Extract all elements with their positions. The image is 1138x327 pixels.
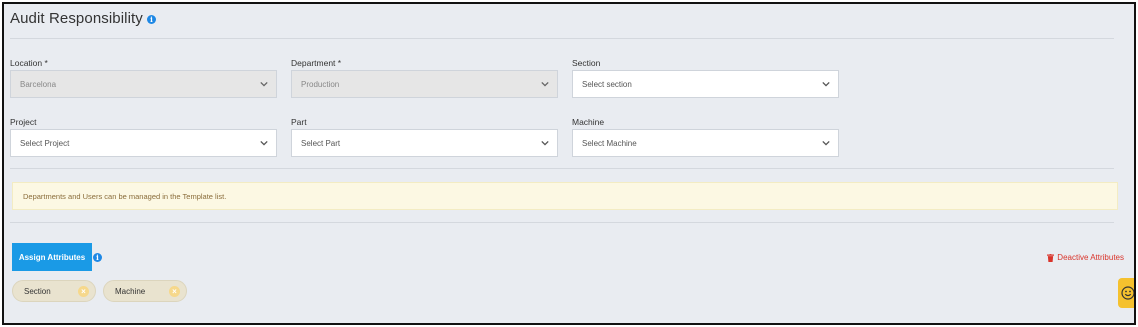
department-label: Department *: [291, 58, 342, 68]
chevron-down-icon: [822, 81, 830, 87]
audit-responsibility-panel: Audit Responsibility i Location * Barcel…: [2, 2, 1136, 325]
info-icon[interactable]: i: [93, 253, 102, 262]
info-icon[interactable]: i: [146, 15, 156, 24]
machine-select[interactable]: Select Machine: [572, 129, 839, 157]
chevron-down-icon: [541, 140, 549, 146]
deactive-attributes-link[interactable]: Deactive Attributes: [1047, 253, 1124, 262]
divider: [10, 38, 1114, 39]
part-label: Part: [291, 117, 307, 127]
chip-label: Machine: [115, 286, 146, 296]
part-select[interactable]: Select Part: [291, 129, 558, 157]
section-label: Section: [572, 58, 601, 68]
attribute-chip: Machine ×: [103, 280, 187, 302]
close-circle-icon[interactable]: ×: [78, 286, 89, 297]
department-select: Production: [291, 70, 558, 98]
feedback-button[interactable]: [1118, 278, 1134, 308]
project-value: Select Project: [20, 138, 70, 148]
info-notice: Departments and Users can be managed in …: [12, 182, 1118, 210]
page-title: Audit Responsibility: [10, 10, 143, 27]
attribute-chip: Section ×: [12, 280, 96, 302]
title-row: Audit Responsibility i: [10, 10, 156, 27]
section-value: Select section: [582, 79, 632, 89]
location-value: Barcelona: [20, 79, 57, 89]
smiley-icon: [1121, 286, 1134, 300]
divider: [10, 222, 1114, 223]
assign-attributes-button[interactable]: Assign Attributes: [12, 243, 92, 271]
section-select[interactable]: Select section: [572, 70, 839, 98]
project-select[interactable]: Select Project: [10, 129, 277, 157]
project-label: Project: [10, 117, 37, 127]
machine-value: Select Machine: [582, 138, 637, 148]
chevron-down-icon: [260, 140, 268, 146]
trash-icon: [1047, 253, 1055, 262]
part-value: Select Part: [301, 138, 341, 148]
location-label: Location *: [10, 58, 48, 68]
deactive-attributes-label: Deactive Attributes: [1057, 253, 1124, 262]
notice-text: Departments and Users can be managed in …: [23, 191, 227, 201]
chevron-down-icon: [260, 81, 268, 87]
chip-label: Section: [24, 286, 51, 296]
department-value: Production: [301, 79, 340, 89]
machine-label: Machine: [572, 117, 605, 127]
chevron-down-icon: [822, 140, 830, 146]
location-select: Barcelona: [10, 70, 277, 98]
close-circle-icon[interactable]: ×: [169, 286, 180, 297]
divider: [10, 168, 1114, 169]
chevron-down-icon: [541, 81, 549, 87]
